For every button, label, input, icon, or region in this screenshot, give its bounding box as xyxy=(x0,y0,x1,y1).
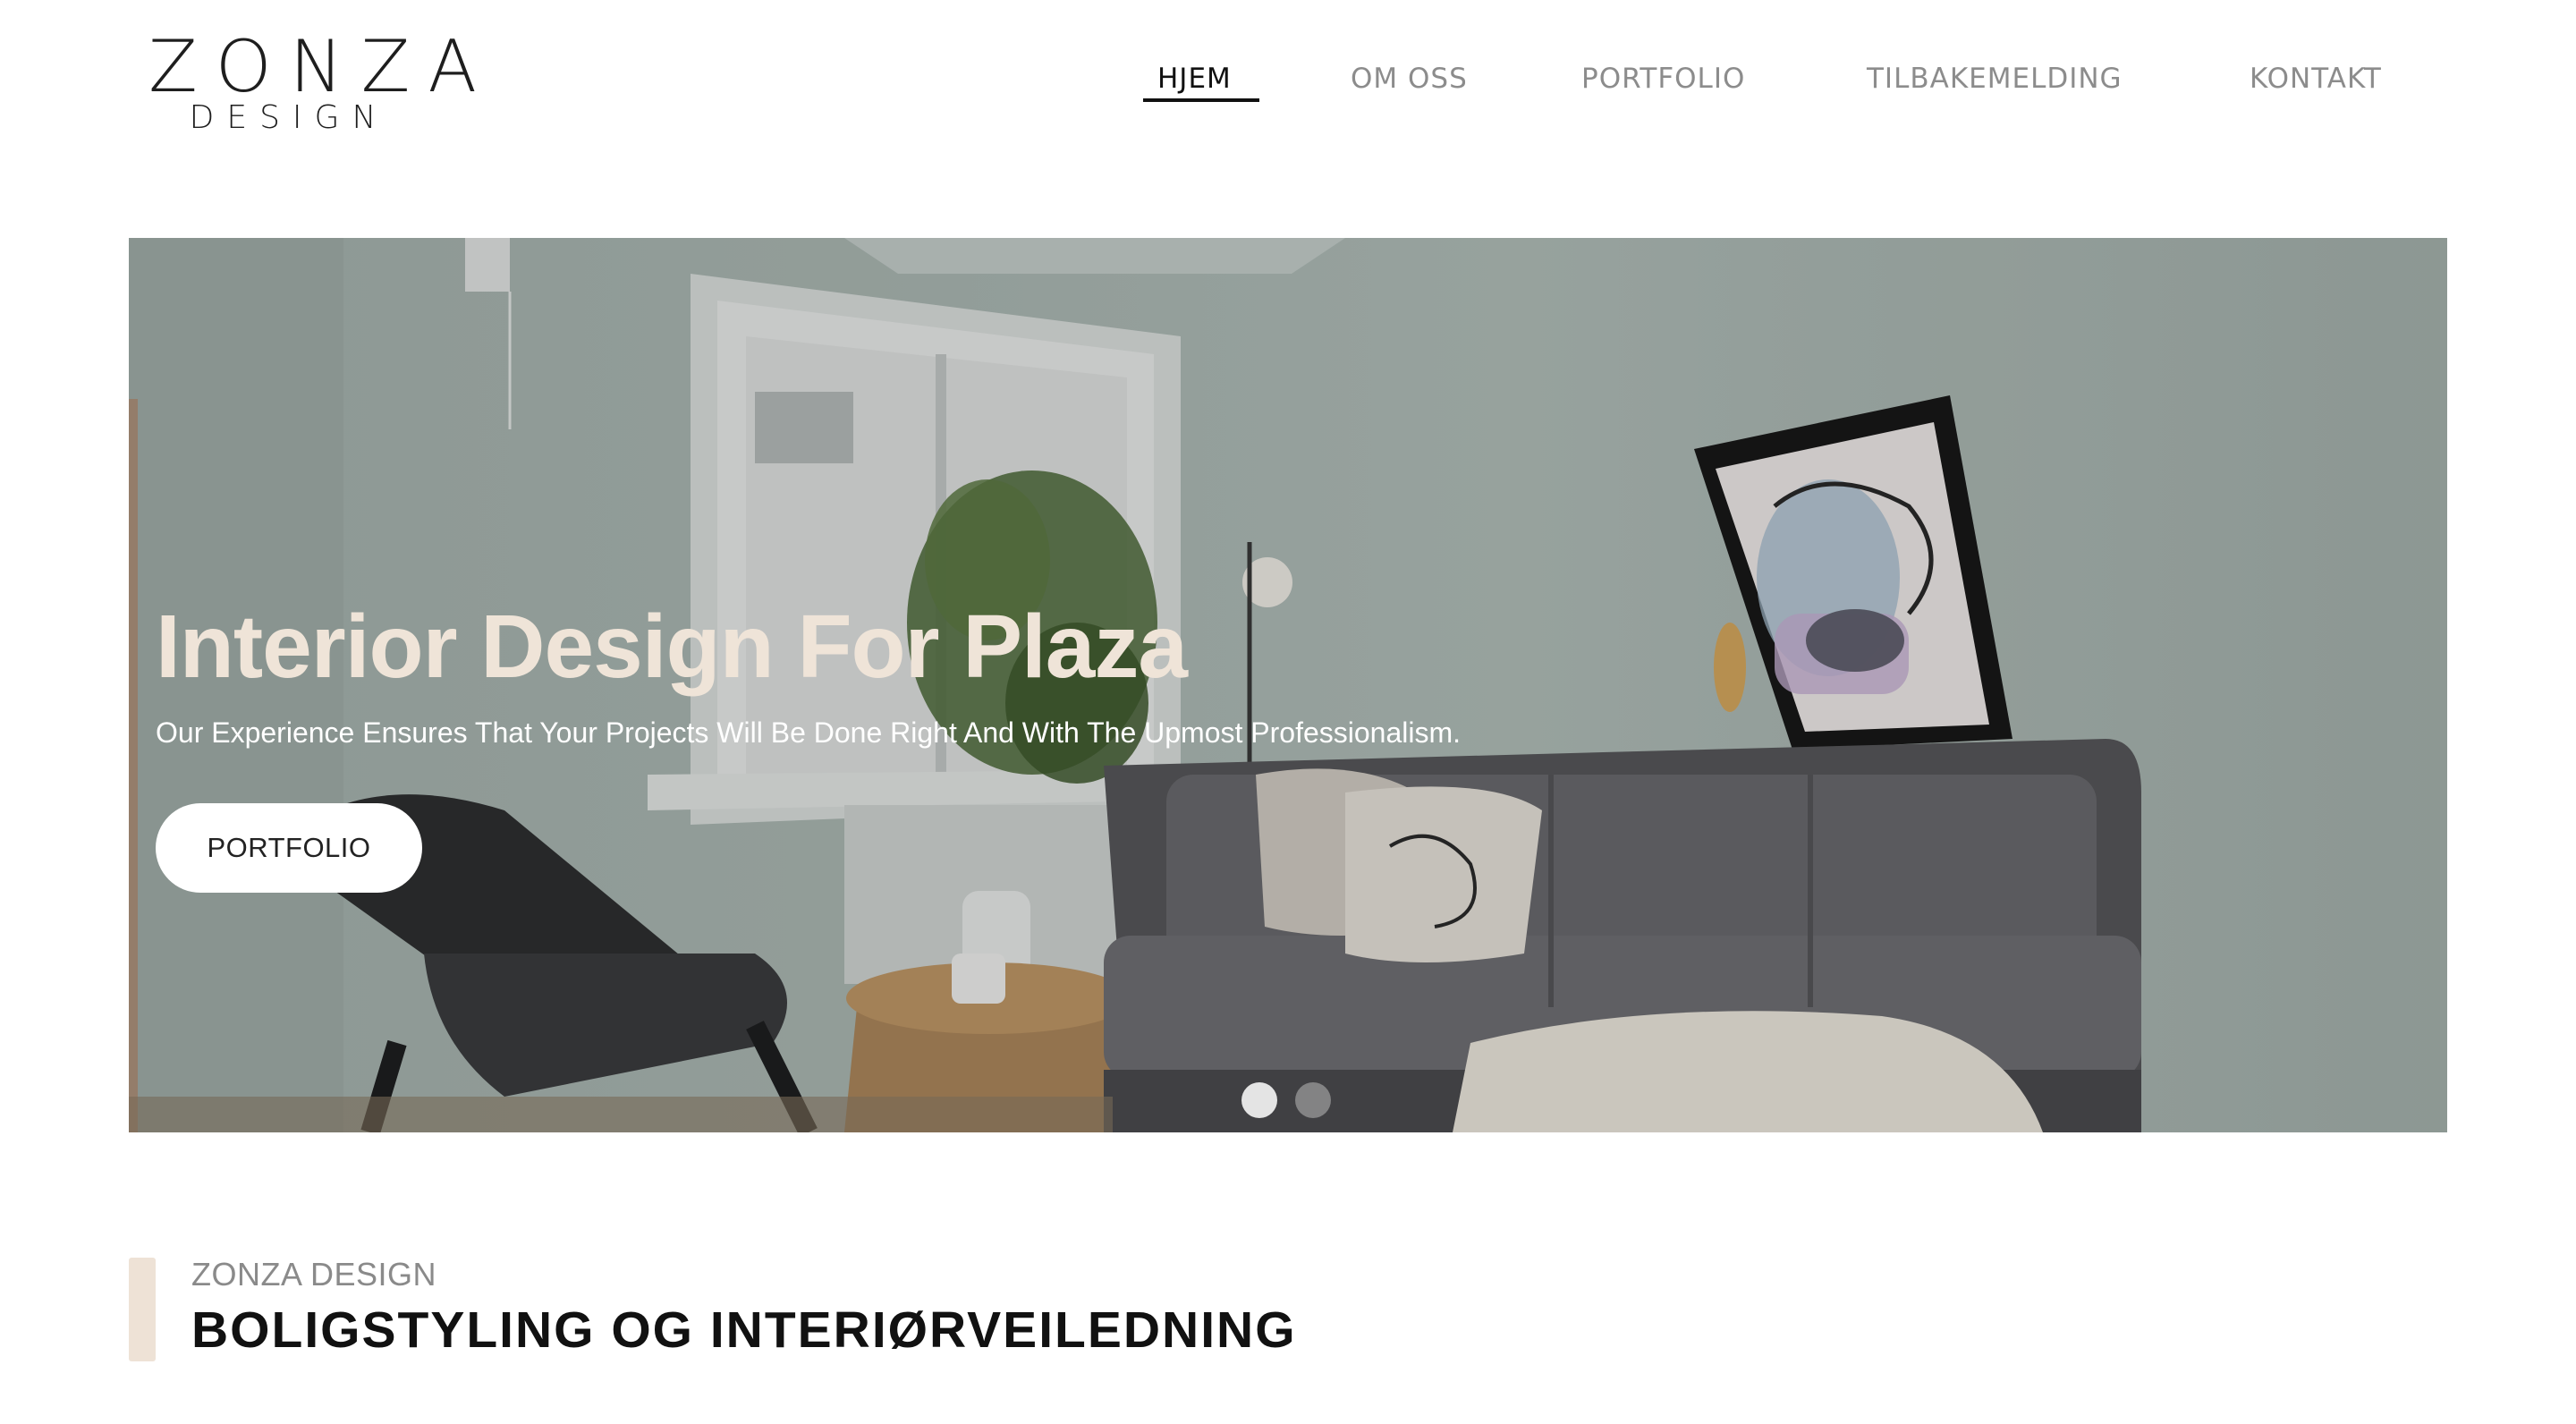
slider-dot-1[interactable] xyxy=(1241,1082,1277,1118)
nav-item-tilbakemelding[interactable]: TILBAKEMELDING xyxy=(1867,59,2123,98)
nav-item-om-oss[interactable]: OM OSS xyxy=(1351,59,1468,98)
nav-item-portfolio[interactable]: PORTFOLIO xyxy=(1581,59,1745,98)
nav-item-hjem[interactable]: HJEM xyxy=(1157,59,1232,98)
section-kicker: ZONZA DESIGN xyxy=(191,1256,437,1293)
section-accent-bar xyxy=(129,1258,156,1361)
hero-subtitle: Our Experience Ensures That Your Project… xyxy=(156,716,1462,749)
portfolio-button[interactable]: PORTFOLIO xyxy=(156,803,422,893)
page: ZONZA DESIGN HJEM OM OSS PORTFOLIO TILBA… xyxy=(0,0,2576,1424)
slider-dot-2[interactable] xyxy=(1295,1082,1331,1118)
section-title: BOLIGSTYLING OG INTERIØRVEILEDNING xyxy=(191,1301,1297,1359)
slider-dots xyxy=(1241,1082,1349,1122)
hero-slider: Interior Design For Plaza Our Experience… xyxy=(129,238,2447,1132)
hero-title: Interior Design For Plaza xyxy=(156,597,1188,697)
nav-active-underline xyxy=(1143,98,1259,102)
main-nav: HJEM OM OSS PORTFOLIO TILBAKEMELDING KON… xyxy=(0,59,2576,113)
nav-item-kontakt[interactable]: KONTAKT xyxy=(2250,59,2382,98)
